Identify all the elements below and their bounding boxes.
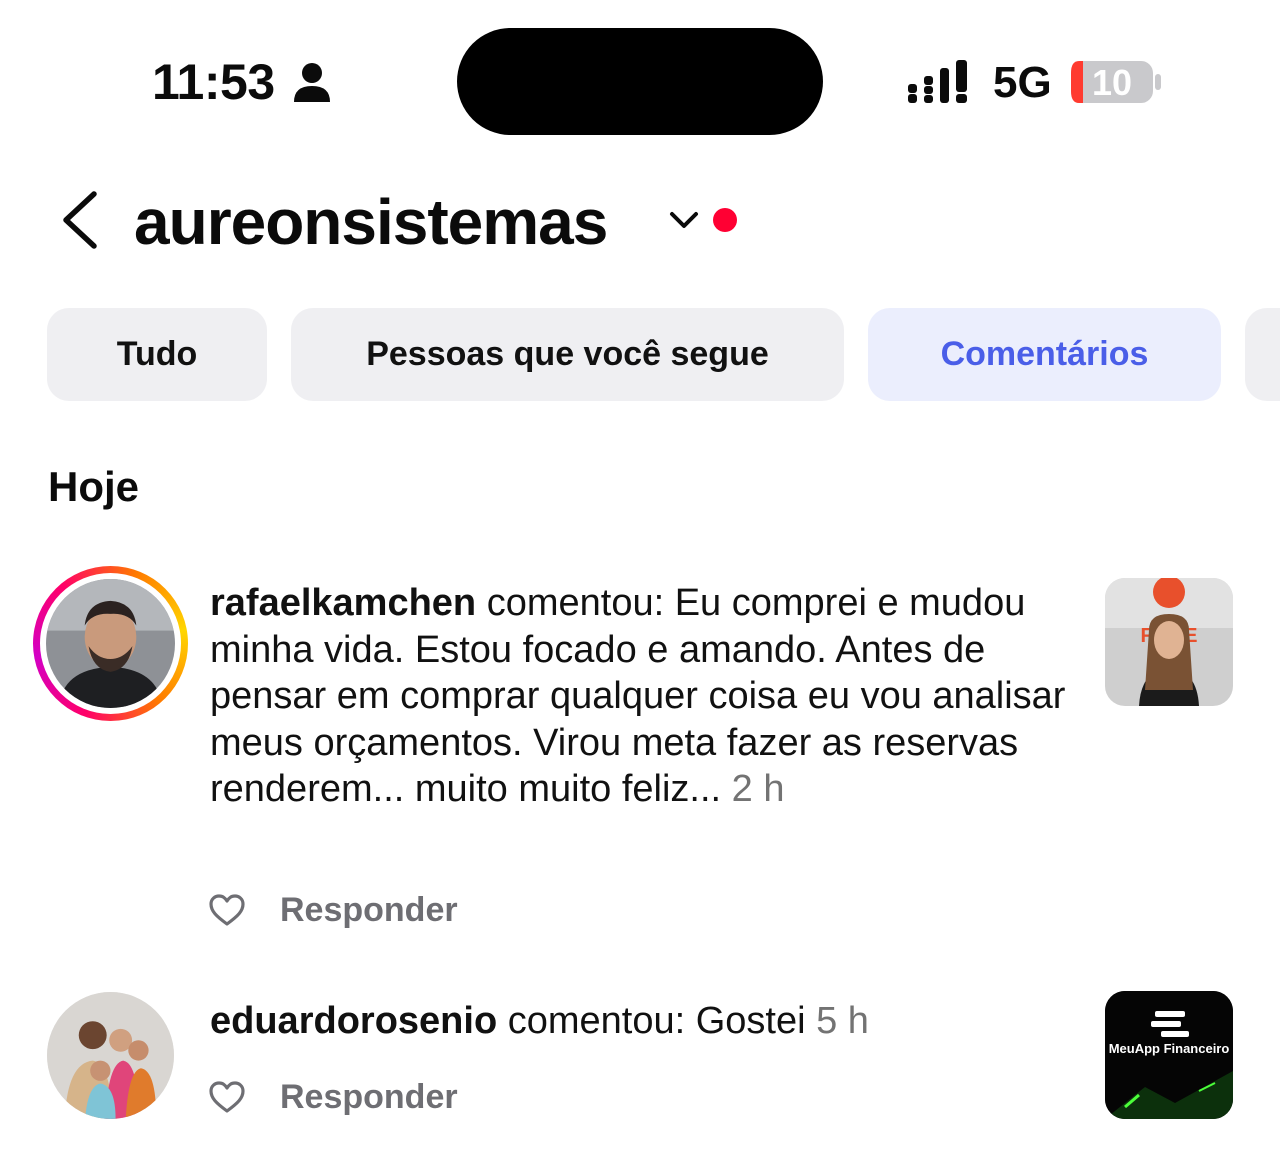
filter-tudo[interactable]: Tudo (47, 308, 267, 401)
comment-username[interactable]: rafaelkamchen (210, 582, 476, 624)
comment-username[interactable]: eduardorosenio (210, 1000, 497, 1042)
comment-timestamp: 5 h (805, 1000, 869, 1042)
notification-dot (713, 208, 737, 232)
comment-body: comentou: Gostei (497, 1000, 806, 1042)
post-thumbnail[interactable]: FA PE (1105, 578, 1233, 706)
battery-level: 10 (1092, 62, 1132, 103)
profile-photo (46, 579, 175, 708)
thumbnail-brand: MeuApp Financeiro (1109, 1041, 1230, 1056)
status-time: 11:53 (152, 54, 275, 110)
heart-icon[interactable] (208, 893, 246, 927)
reply-button[interactable]: Responder (280, 889, 458, 931)
avatar-eduardorosenio[interactable] (47, 992, 174, 1119)
account-username[interactable]: aureonsistemas (134, 184, 608, 260)
chevron-down-icon[interactable] (668, 208, 700, 232)
dynamic-island (457, 28, 823, 135)
profile-photo (47, 992, 174, 1119)
filter-more[interactable] (1245, 308, 1280, 401)
heart-icon[interactable] (208, 1080, 246, 1114)
avatar-rafaelkamchen[interactable] (33, 566, 188, 721)
person-icon (294, 63, 330, 102)
signal-icon (908, 60, 967, 103)
reply-button[interactable]: Responder (280, 1076, 458, 1118)
filter-people-you-follow[interactable]: Pessoas que você segue (291, 308, 844, 401)
thumbnail-image: FA PE (1105, 578, 1233, 706)
network-type: 5G (993, 58, 1052, 107)
filter-comments[interactable]: Comentários (868, 308, 1221, 401)
back-arrow-icon[interactable] (56, 188, 106, 252)
comment-text: eduardorosenio comentou: Gostei 5 h (210, 998, 1080, 1045)
battery-icon: 10 (1071, 61, 1161, 103)
thumbnail-image: MeuApp Financeiro (1105, 991, 1233, 1119)
post-thumbnail[interactable]: MeuApp Financeiro (1105, 991, 1233, 1119)
comment-timestamp: 2 h (721, 768, 785, 810)
comment-text: rafaelkamchen comentou: Eu comprei e mud… (210, 580, 1080, 813)
section-title-today: Hoje (48, 463, 140, 510)
